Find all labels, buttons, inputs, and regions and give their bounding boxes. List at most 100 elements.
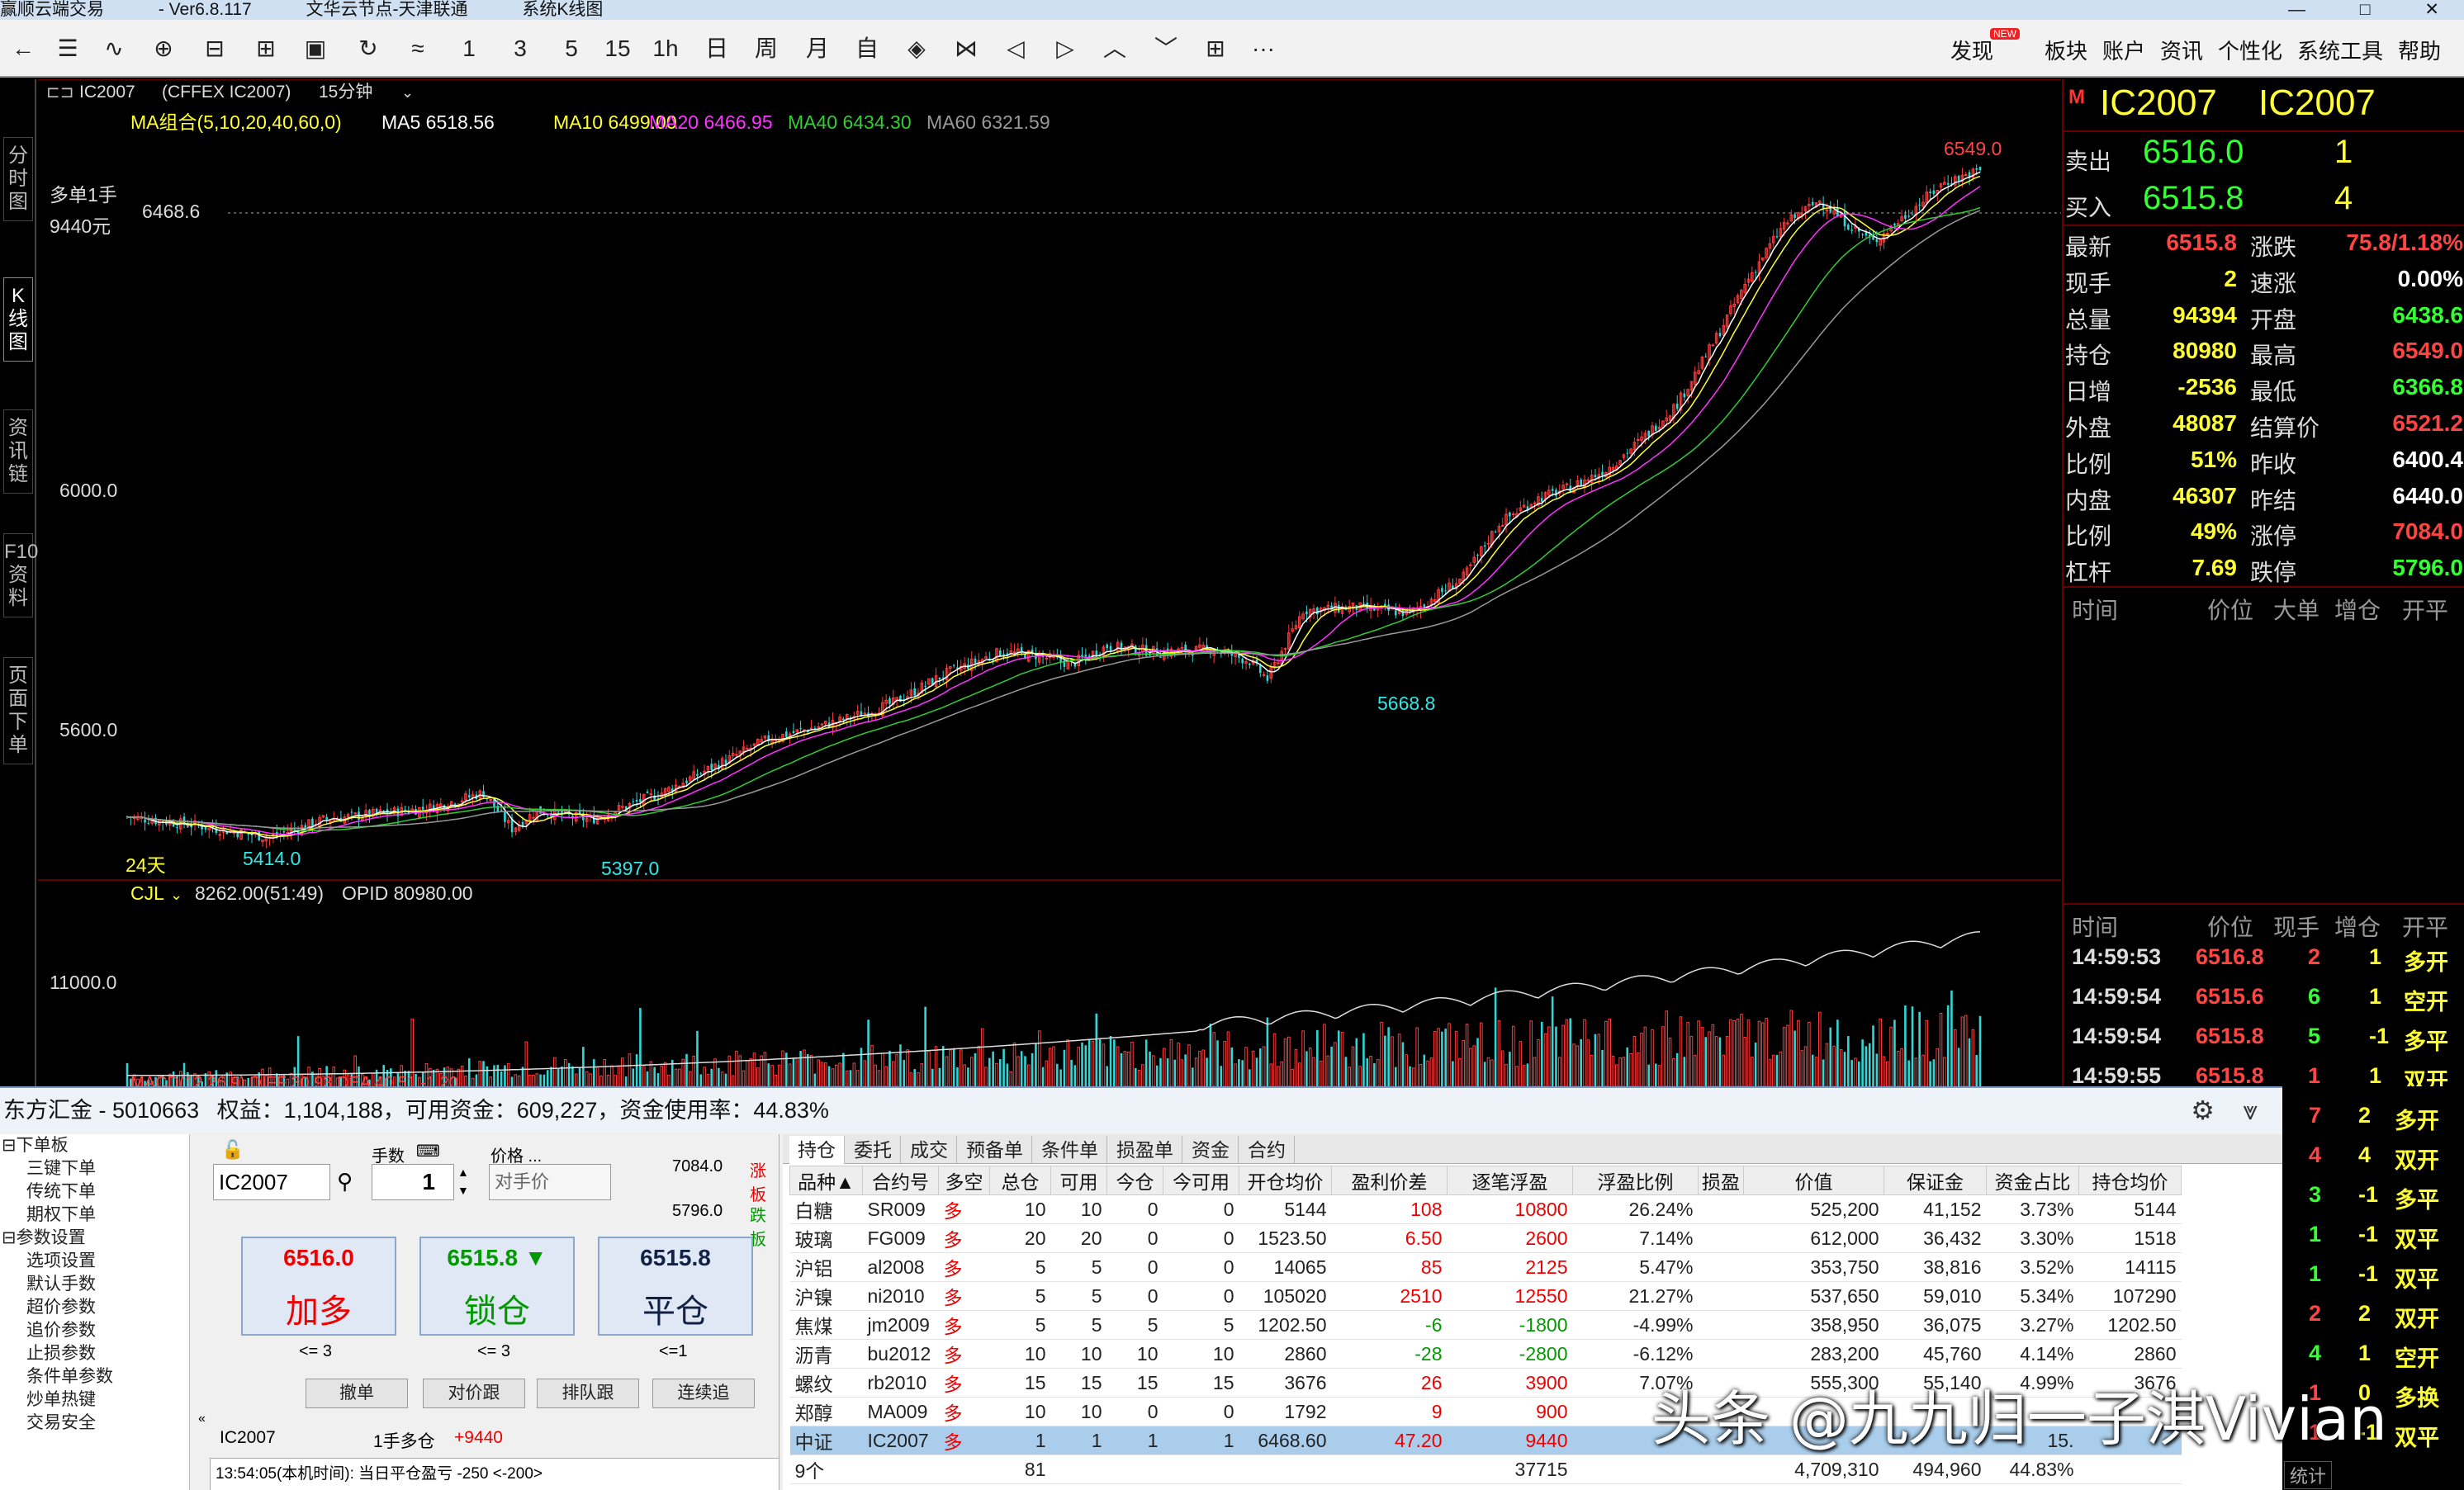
list-icon[interactable]: ☰ (51, 30, 84, 68)
positions-col-header[interactable]: 今可用 (1163, 1166, 1239, 1195)
close-button[interactable]: ✕ (2424, 0, 2439, 19)
period-3-icon[interactable]: 3 (504, 30, 537, 68)
table-row[interactable]: 白糖 SR009 多 10 10 0 0 5144 108 10800 26.24% 525,200 4… (789, 1194, 2182, 1224)
tree-item[interactable]: 传统下单 (0, 1180, 189, 1204)
positions-col-header[interactable]: 盈利价差 (1331, 1166, 1448, 1195)
menu-account[interactable]: 账户 (2102, 35, 2145, 65)
positions-col-header[interactable]: 开仓均价 (1239, 1166, 1332, 1195)
lock-icon[interactable]: 🔓 (221, 1139, 244, 1161)
tab-positions-5[interactable]: 损盈单 (1108, 1136, 1182, 1164)
tree-item[interactable]: 三键下单 (0, 1157, 189, 1180)
screen-icon[interactable]: ▣ (299, 30, 332, 68)
lock-position-button[interactable]: 6515.8 ▼ 锁仓 (419, 1237, 575, 1336)
buy-price[interactable]: 6515.8 (2143, 180, 2244, 217)
continuous-chase-button[interactable]: 连续追 (652, 1379, 755, 1408)
more-icon[interactable]: ··· (1247, 30, 1280, 68)
table-row[interactable]: 沪铝 al2008 多 5 5 0 0 14065 85 2125 5.47% 353,750 38,8… (789, 1252, 2182, 1282)
period-1h-icon[interactable]: 1h (649, 30, 682, 68)
chart-canvas[interactable]: ⊏⊐ IC2007 (CFFEX IC2007) 15分钟 ⌄ MA组合(5,1… (38, 79, 2061, 1086)
tree-item[interactable]: 交易安全 (0, 1412, 189, 1435)
positions-col-header[interactable]: 保证金 (1884, 1166, 1987, 1195)
table-row[interactable]: 9个 81 37715 4,709,310 494,960 44.83% (789, 1455, 2182, 1484)
tree-item[interactable]: ⊟下单板 (0, 1134, 189, 1157)
gear-icon[interactable]: ⚙ (2191, 1095, 2215, 1125)
positions-col-header[interactable]: 可用 (1050, 1166, 1107, 1195)
menu-sector[interactable]: 板块 (2045, 35, 2087, 65)
tab-positions-3[interactable]: 预备单 (958, 1136, 1032, 1164)
tab-positions-4[interactable]: 条件单 (1033, 1136, 1107, 1164)
positions-col-header[interactable]: 浮盈比例 (1572, 1166, 1699, 1195)
save-icon[interactable]: ↻ (352, 30, 385, 68)
layout-icon[interactable]: ⊞ (1199, 30, 1232, 68)
tab-kline[interactable]: K线图 (3, 277, 33, 362)
tab-positions-0[interactable]: 持仓 (789, 1136, 845, 1164)
menu-personalize[interactable]: 个性化 (2218, 35, 2282, 65)
chart-period[interactable]: 15分钟 (319, 83, 372, 102)
tree-item[interactable]: 默认手数 (0, 1273, 189, 1296)
tab-positions-1[interactable]: 委托 (846, 1136, 901, 1164)
tree-item[interactable]: 条件单参数 (0, 1365, 189, 1388)
refresh-icon[interactable]: ≈ (401, 30, 434, 68)
kline-chart[interactable]: ⊏⊐ IC2007 (CFFEX IC2007) 15分钟 ⌄ MA组合(5,1… (38, 79, 2061, 1086)
stepper-down-icon[interactable]: ▼ (457, 1184, 469, 1197)
back-icon[interactable]: ← (7, 30, 40, 68)
positions-col-header[interactable]: 今仓 (1106, 1166, 1163, 1195)
table-row[interactable]: 沪镍 ni2010 多 5 5 0 0 105020 2510 12550 21.27% 537,65… (789, 1281, 2182, 1311)
tab-f10[interactable]: F10资料 (3, 533, 38, 617)
positions-col-header[interactable]: 损盈 (1698, 1166, 1744, 1195)
line-chart-icon[interactable]: ∿ (97, 30, 130, 68)
positions-col-header[interactable]: 资金占比 (1986, 1166, 2079, 1195)
positions-col-header[interactable]: 品种▲ (789, 1166, 863, 1195)
diamond-icon[interactable]: ◈ (900, 30, 933, 68)
counter-follow-button[interactable]: 对价跟 (423, 1379, 525, 1408)
down-icon[interactable]: ﹀ (1149, 30, 1182, 68)
close-position-button[interactable]: 6515.8 平仓 (598, 1237, 753, 1336)
tree-item[interactable]: 选项设置 (0, 1250, 189, 1273)
ma-group[interactable]: MA组合(5,10,20,40,60,0) (130, 111, 342, 133)
left-arrow-icon[interactable]: ◁ (999, 30, 1032, 68)
tree-item[interactable]: 期权下单 (0, 1204, 189, 1227)
positions-col-header[interactable]: 持仓均价 (2078, 1166, 2182, 1195)
menu-help[interactable]: 帮助 (2398, 35, 2441, 65)
zoom-icon[interactable]: ⋈ (950, 30, 983, 68)
stats-tab[interactable]: 统计 (2284, 1461, 2333, 1489)
chevron-down-icon[interactable]: ⌄ (170, 887, 182, 903)
menu-discover[interactable]: 发现 (1950, 35, 1993, 65)
minimize-button[interactable]: — (2288, 0, 2305, 19)
qty-input[interactable]: 1 (372, 1164, 454, 1200)
maximize-button[interactable]: □ (2360, 0, 2371, 19)
sell-price[interactable]: 6516.0 (2143, 134, 2244, 171)
right-arrow-icon[interactable]: ▷ (1049, 30, 1082, 68)
period-5-icon[interactable]: 5 (555, 30, 588, 68)
period-15-icon[interactable]: 15 (601, 30, 634, 68)
period-month-icon[interactable]: 月 (801, 30, 834, 68)
menu-system-tools[interactable]: 系统工具 (2297, 35, 2383, 65)
period-1-icon[interactable]: 1 (453, 30, 486, 68)
period-week-icon[interactable]: 周 (750, 30, 783, 68)
table-row[interactable]: 沥青 bu2012 多 10 10 10 10 2860 -28 -2800 -6.12% 283,2… (789, 1339, 2182, 1369)
positions-col-header[interactable]: 多空 (938, 1166, 990, 1195)
tree-item[interactable]: 超价参数 (0, 1296, 189, 1319)
menu-news[interactable]: 资讯 (2160, 35, 2203, 65)
tools-icon[interactable]: ⊟ (198, 30, 231, 68)
tab-intraday[interactable]: 分时图 (3, 137, 33, 221)
tree-item[interactable]: 止损参数 (0, 1342, 189, 1365)
cancel-order-button[interactable]: 撤单 (306, 1379, 408, 1408)
positions-col-header[interactable]: 合约号 (862, 1166, 939, 1195)
tab-positions-7[interactable]: 合约 (1239, 1136, 1295, 1164)
symbol-input[interactable]: IC2007 (213, 1164, 330, 1200)
volume-header[interactable]: CJL (130, 882, 164, 904)
tab-positions-6[interactable]: 资金 (1183, 1136, 1239, 1164)
collapse-icon[interactable]: ⩔ (2243, 1095, 2258, 1125)
search-icon[interactable]: ⚲ (337, 1169, 353, 1194)
account-name[interactable]: 东方汇金 - 5010663 (3, 1098, 199, 1123)
tree-item[interactable]: 炒单热键 (0, 1388, 189, 1412)
positions-col-header[interactable]: 逐笔浮盈 (1447, 1166, 1573, 1195)
tab-positions-2[interactable]: 成交 (902, 1136, 957, 1164)
positions-col-header[interactable]: 总仓 (989, 1166, 1051, 1195)
keyboard-icon[interactable]: ⌨ (416, 1141, 440, 1161)
lines-icon[interactable]: ⊞ (249, 30, 282, 68)
table-row[interactable]: 焦煤 jm2009 多 5 5 5 5 1202.50 -6 -1800 -4.99% 358,950… (789, 1310, 2182, 1340)
crosshair-icon[interactable]: ⊕ (147, 30, 180, 68)
price-input[interactable]: 对手价 (489, 1164, 611, 1200)
